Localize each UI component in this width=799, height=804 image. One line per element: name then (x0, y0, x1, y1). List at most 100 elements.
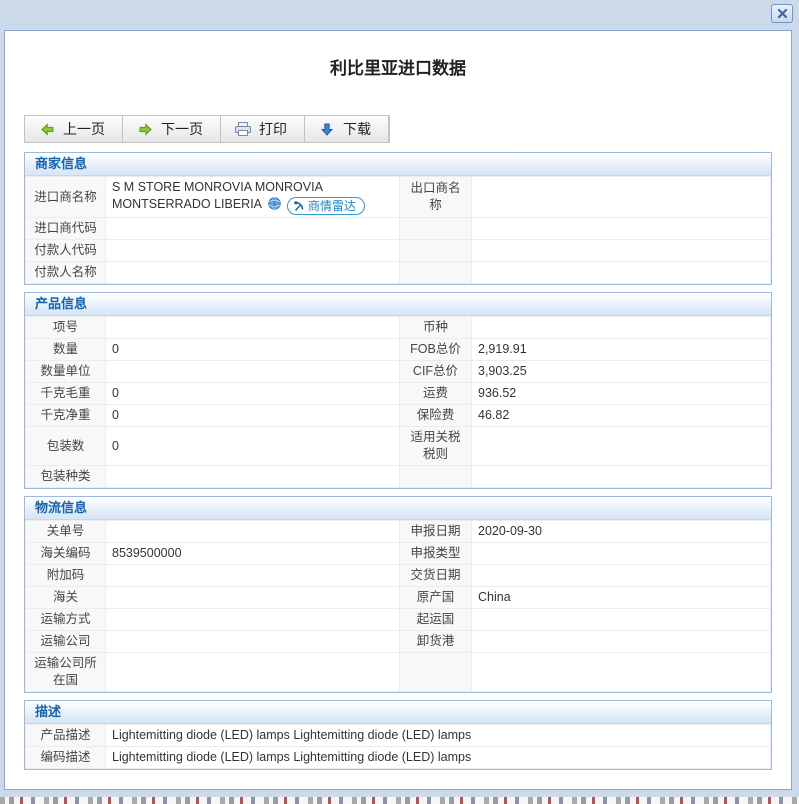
field-value (105, 652, 400, 692)
field-label-text: 运输公司所在国 (34, 656, 97, 687)
toolbar: 上一页 下一页 打印 下载 (24, 115, 390, 143)
field-label-text: 千克净重 (40, 408, 91, 422)
field-value: Lightemitting diode (LED) lamps Lightemi… (105, 724, 771, 747)
field-value: 2020-09-30 (471, 520, 771, 543)
field-value-text: 0 (112, 342, 119, 356)
section-merchant-info: 商家信息 进口商名称 S M STORE MONROVIA MONROVIA MO… (24, 152, 772, 285)
table-row: 数量 0 FOB总价 2,919.91 (25, 338, 771, 361)
prev-page-button[interactable]: 上一页 (25, 116, 123, 142)
field-label: 数量单位 (25, 360, 106, 383)
field-value-text: Lightemitting diode (LED) lamps Lightemi… (112, 728, 472, 742)
field-label-text: 运输方式 (40, 612, 91, 626)
close-button[interactable] (771, 4, 793, 23)
field-label: 包装数 (25, 426, 106, 466)
field-label-text: 海关 (52, 590, 78, 604)
field-value (105, 564, 400, 587)
import-record-dialog: 利比里亚进口数据 上一页 下一页 打印 下载 商家信息 进口商名称 S M ST… (4, 30, 792, 790)
field-label: 申报类型 (399, 542, 472, 565)
table-row: 付款人代码 (25, 239, 771, 262)
table-row: 海关编码 8539500000 申报类型 (25, 542, 771, 565)
field-label: 进口商名称 (25, 176, 106, 218)
field-label: 包装种类 (25, 465, 106, 488)
table-row: 数量单位 CIF总价 3,903.25 (25, 360, 771, 383)
field-value (105, 360, 400, 383)
field-value: 0 (105, 426, 400, 466)
field-value (471, 465, 771, 488)
field-label: 运输公司所在国 (25, 652, 106, 692)
merchant-section-header: 商家信息 (25, 153, 771, 176)
field-label: 原产国 (399, 586, 472, 609)
field-label: 付款人名称 (25, 261, 106, 284)
section-product-info: 产品信息 项号 币种 数量 0 FOB总价 2,919.91 数量单位 CIF总价 3,903.… (24, 292, 772, 489)
field-label: 币种 (399, 316, 472, 339)
arrow-right-icon (137, 122, 153, 136)
field-value (105, 261, 400, 284)
field-value (471, 239, 771, 262)
radar-icon (293, 200, 305, 212)
merchant-table: 进口商名称 S M STORE MONROVIA MONROVIA MONTSER… (25, 176, 771, 284)
logistics-table: 关单号 申报日期 2020-09-30 海关编码 8539500000 申报类型附加码 交货… (25, 520, 771, 692)
next-page-button[interactable]: 下一页 (123, 116, 221, 142)
field-label-text: 起运国 (416, 612, 455, 626)
field-label: 数量 (25, 338, 106, 361)
field-value-text: 0 (112, 386, 119, 400)
field-label-text: 项号 (52, 320, 78, 334)
field-value: 8539500000 (105, 542, 400, 565)
field-value (105, 520, 400, 543)
field-label-text: 海关编码 (40, 546, 91, 560)
print-label: 打印 (259, 121, 287, 137)
field-value (105, 608, 400, 631)
field-value: 0 (105, 404, 400, 427)
field-label-text: 付款人代码 (34, 243, 97, 257)
field-label-text: CIF总价 (412, 364, 459, 378)
field-label-text: 运输公司 (40, 634, 91, 648)
globe-icon[interactable] (268, 197, 281, 215)
field-label-text: FOB总价 (410, 342, 461, 356)
field-value (105, 630, 400, 653)
field-label: 海关 (25, 586, 106, 609)
field-label-text: 编码描述 (40, 750, 91, 764)
field-value: 46.82 (471, 404, 771, 427)
field-label: 千克净重 (25, 404, 106, 427)
table-row: 千克毛重 0 运费 936.52 (25, 382, 771, 405)
section-logistics-info: 物流信息 关单号 申报日期 2020-09-30 海关编码 8539500000 申报类型… (24, 496, 772, 693)
logistics-section-header: 物流信息 (25, 497, 771, 520)
field-label (399, 239, 472, 262)
field-label-text: 千克毛重 (40, 386, 91, 400)
download-label: 下载 (343, 121, 371, 137)
field-label-text: 产品描述 (40, 728, 91, 742)
print-button[interactable]: 打印 (221, 116, 305, 142)
arrow-down-icon (319, 122, 335, 136)
field-label-text: 出口商名称 (410, 181, 461, 212)
next-page-label: 下一页 (161, 121, 203, 137)
table-row: 运输公司 卸货港 (25, 630, 771, 653)
field-label: 运输方式 (25, 608, 106, 631)
field-label: 出口商名称 (399, 176, 472, 218)
table-row: 关单号 申报日期 2020-09-30 (25, 520, 771, 543)
field-label (399, 652, 472, 692)
field-value: 936.52 (471, 382, 771, 405)
field-value (471, 176, 771, 218)
download-button[interactable]: 下载 (305, 116, 389, 142)
field-label (399, 465, 472, 488)
table-row: 运输公司所在国 (25, 652, 771, 692)
field-value: 2,919.91 (471, 338, 771, 361)
field-label: 交货日期 (399, 564, 472, 587)
field-label: 保险费 (399, 404, 472, 427)
description-section-title: 描述 (35, 704, 62, 719)
field-value: China (471, 586, 771, 609)
field-label-text: 进口商名称 (34, 189, 97, 204)
field-value (471, 316, 771, 339)
radar-badge[interactable]: 商情雷达 (287, 197, 366, 215)
description-section-header: 描述 (25, 701, 771, 724)
arrow-left-icon (39, 122, 55, 136)
background-page-strip (0, 797, 799, 804)
panels-container: 商家信息 进口商名称 S M STORE MONROVIA MONROVIA MO… (24, 152, 772, 770)
field-value (471, 630, 771, 653)
printer-icon (235, 122, 251, 136)
field-label: 附加码 (25, 564, 106, 587)
field-value-text: 2,919.91 (478, 342, 527, 356)
field-label-text: 进口商代码 (34, 221, 97, 235)
field-value-text: 0 (112, 438, 119, 453)
field-label-text: 适用关税税则 (410, 430, 461, 461)
